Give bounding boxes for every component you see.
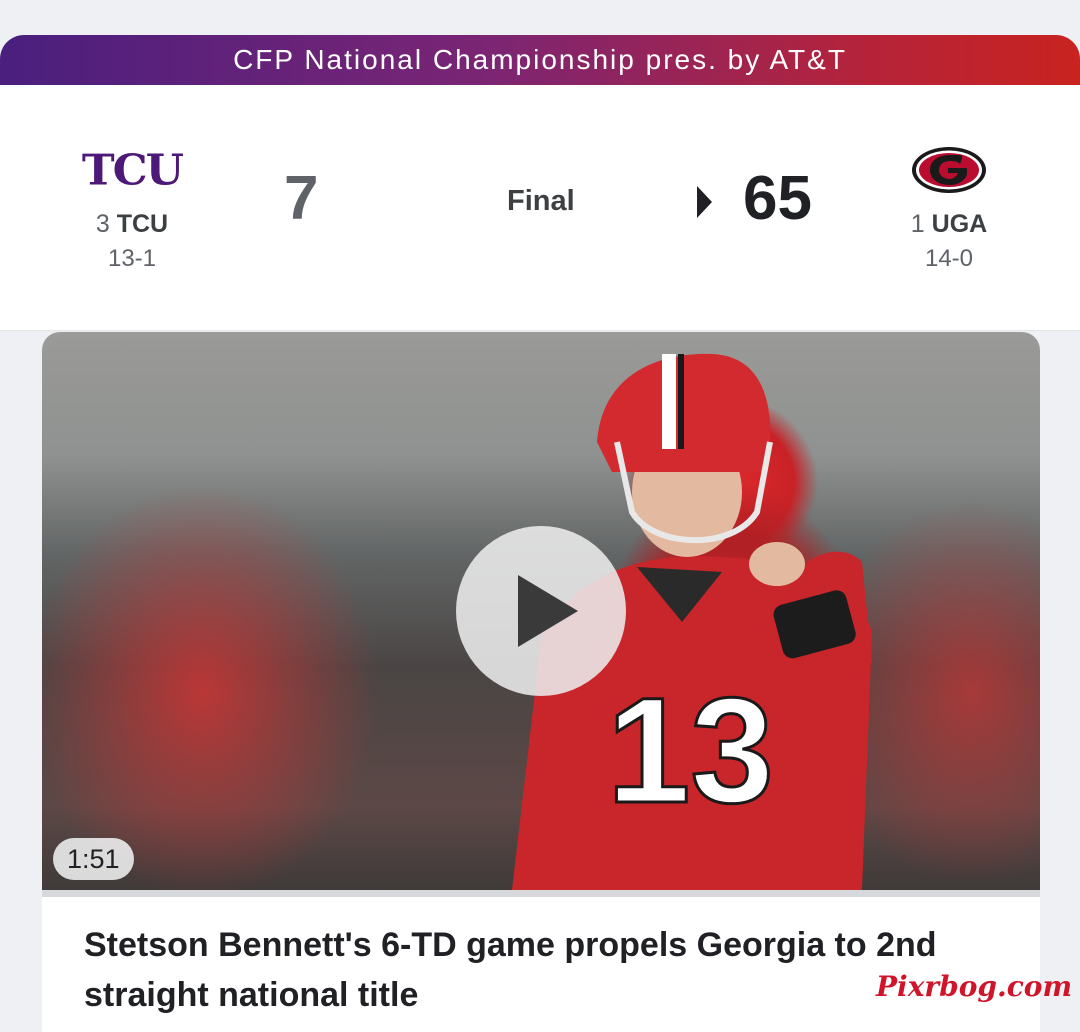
georgia-g-logo-icon — [879, 140, 1019, 200]
scoreboard[interactable]: TCU 3 TCU 13-1 7 Final 65 1 UGA 14-0 — [0, 85, 1080, 331]
championship-banner[interactable]: CFP National Championship pres. by AT&T — [0, 35, 1080, 85]
away-score: 7 — [284, 164, 319, 233]
play-button[interactable] — [456, 526, 626, 696]
svg-text:13: 13 — [607, 666, 774, 834]
home-record: 14-0 — [924, 245, 974, 272]
home-team-name: 1 UGA — [879, 210, 1019, 239]
video-duration: 1:51 — [53, 838, 134, 880]
play-icon — [518, 575, 578, 647]
home-abbr: UGA — [931, 210, 988, 238]
video-progress-track — [42, 890, 1040, 897]
tcu-logo: TCU — [81, 145, 184, 195]
video-thumbnail[interactable]: 13 1:51 — [42, 332, 1040, 890]
home-score: 65 — [743, 164, 812, 233]
away-record: 13-1 — [107, 245, 157, 272]
home-team[interactable]: 1 UGA 14-0 — [879, 140, 1019, 273]
watermark: Pixrbog.com — [876, 970, 1073, 1003]
game-status: Final — [507, 185, 575, 217]
away-team-name: 3 TCU — [62, 210, 202, 239]
away-abbr: TCU — [116, 210, 169, 238]
winner-arrow-icon — [697, 186, 712, 218]
video-headline[interactable]: Stetson Bennett's 6-TD game propels Geor… — [84, 920, 984, 1020]
home-rank: 1 — [910, 210, 925, 238]
away-team[interactable]: TCU 3 TCU 13-1 — [62, 140, 202, 273]
away-rank: 3 — [95, 210, 110, 238]
video-card[interactable]: 13 1:51 Stetson Bennett's 6-TD game prop… — [42, 332, 1040, 1032]
banner-title: CFP National Championship pres. by AT&T — [233, 44, 847, 75]
